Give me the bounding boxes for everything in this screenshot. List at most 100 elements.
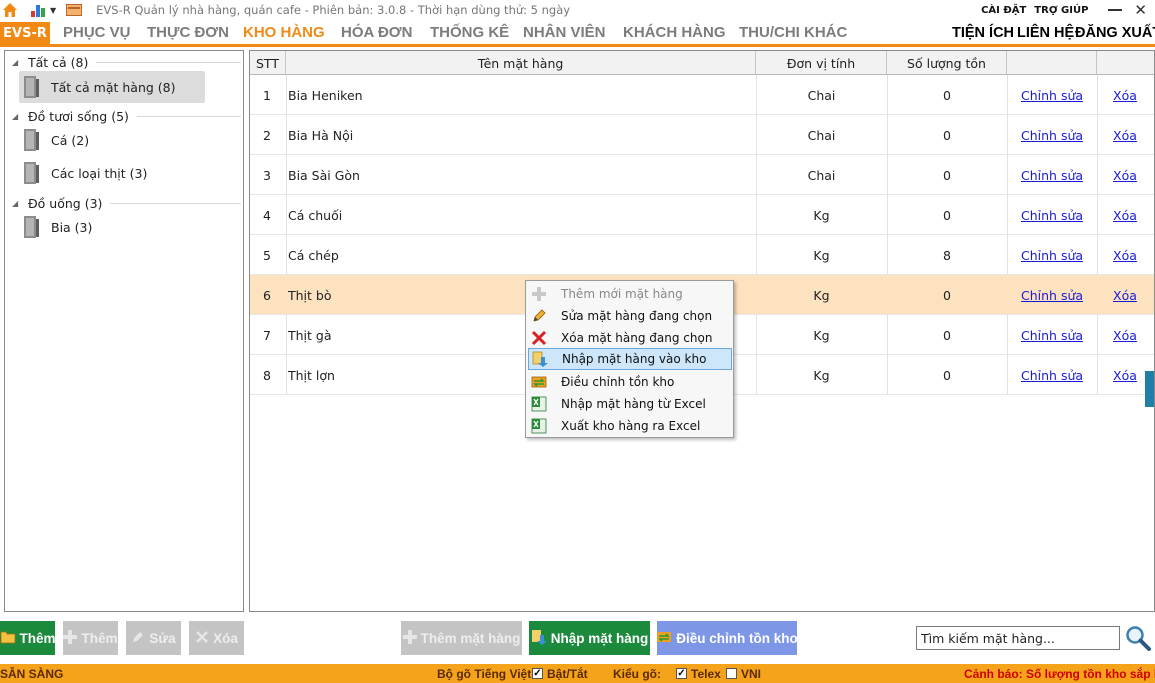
tree-group-fresh[interactable]: ◢ Đồ tươi sống (5) bbox=[5, 107, 245, 125]
tree-item-fish[interactable]: Cá (2) bbox=[19, 124, 205, 156]
menu-thu-chi-khac[interactable]: THU/CHI KHÁC bbox=[739, 24, 847, 41]
edit-group-button[interactable]: Sửa bbox=[126, 621, 181, 655]
ime-toggle-checkbox[interactable]: ✓ bbox=[532, 668, 543, 679]
ctx-export-excel[interactable]: Xuất kho hàng ra Excel bbox=[528, 415, 732, 437]
menu-thong-ke[interactable]: THỐNG KÊ bbox=[430, 24, 509, 41]
edit-link[interactable]: Chỉnh sửa bbox=[1021, 88, 1083, 103]
help-link[interactable]: TRỢ GIÚP bbox=[1034, 5, 1088, 16]
ctx-edit-item[interactable]: Sửa mặt hàng đang chọn bbox=[528, 305, 732, 327]
add-group-button[interactable]: Thêm bbox=[0, 621, 56, 655]
edit-link[interactable]: Chỉnh sửa bbox=[1021, 328, 1083, 343]
collapse-arrow-icon[interactable]: ◢ bbox=[12, 58, 24, 67]
adjust-stock-button[interactable]: Điều chỉnh tồn kho bbox=[656, 621, 798, 655]
cell-unit: Kg bbox=[813, 327, 830, 343]
delete-link[interactable]: Xóa bbox=[1113, 88, 1137, 103]
delete-link[interactable]: Xóa bbox=[1113, 128, 1137, 143]
ctx-add-item[interactable]: Thêm mới mặt hàng bbox=[528, 283, 732, 305]
divider bbox=[96, 61, 241, 63]
table-row[interactable]: 5 Cá chép Kg 8 Chỉnh sửa Xóa bbox=[250, 235, 1154, 275]
folder-icon bbox=[0, 630, 16, 647]
typing-mode-label: Kiểu gõ: bbox=[613, 667, 661, 681]
table-row[interactable]: 2 Bia Hà Nội Chai 0 Chỉnh sửa Xóa bbox=[250, 115, 1154, 155]
col-header-stt[interactable]: STT bbox=[250, 51, 286, 75]
cell-name: Thịt gà bbox=[288, 327, 332, 343]
side-panel-tab[interactable] bbox=[1145, 371, 1154, 407]
delete-link[interactable]: Xóa bbox=[1113, 328, 1137, 343]
telex-checkbox[interactable]: ✓ bbox=[676, 668, 687, 679]
menu-tien-ich[interactable]: TIỆN ÍCH bbox=[952, 25, 1014, 41]
delete-link[interactable]: Xóa bbox=[1113, 168, 1137, 183]
cell-name: Bia Hà Nội bbox=[288, 127, 354, 143]
edit-link[interactable]: Chỉnh sửa bbox=[1021, 168, 1083, 183]
delete-link[interactable]: Xóa bbox=[1113, 208, 1137, 223]
menu-nhan-vien[interactable]: NHÂN VIÊN bbox=[523, 24, 606, 41]
home-icon[interactable] bbox=[2, 2, 18, 18]
ctx-delete-item[interactable]: Xóa mặt hàng đang chọn bbox=[528, 327, 732, 349]
vni-label: VNI bbox=[741, 667, 762, 681]
delete-link[interactable]: Xóa bbox=[1113, 248, 1137, 263]
close-icon[interactable]: ✕ bbox=[1134, 1, 1147, 19]
search-input[interactable] bbox=[916, 626, 1120, 650]
table-row[interactable]: 4 Cá chuối Kg 0 Chỉnh sửa Xóa bbox=[250, 195, 1154, 235]
refresh-icon bbox=[656, 629, 672, 648]
menu-khach-hang[interactable]: KHÁCH HÀNG bbox=[623, 24, 726, 41]
col-header-unit[interactable]: Đơn vị tính bbox=[756, 51, 887, 75]
window-icon bbox=[66, 4, 83, 16]
table-row[interactable]: 1 Bia Heniken Chai 0 Chỉnh sửa Xóa bbox=[250, 75, 1154, 115]
menu-kho-hang[interactable]: KHO HÀNG bbox=[243, 24, 325, 41]
ime-label: Bộ gõ Tiếng Việt bbox=[437, 667, 532, 681]
minimize-icon[interactable] bbox=[1108, 9, 1123, 11]
settings-link[interactable]: CÀI ĐẶT bbox=[981, 5, 1026, 16]
collapse-arrow-icon[interactable]: ◢ bbox=[12, 199, 24, 208]
add-item-button[interactable]: Thêm mặt hàng bbox=[401, 621, 522, 655]
edit-link[interactable]: Chỉnh sửa bbox=[1021, 248, 1083, 263]
edit-link[interactable]: Chỉnh sửa bbox=[1021, 288, 1083, 303]
cell-stt: 4 bbox=[263, 207, 271, 223]
edit-link[interactable]: Chỉnh sửa bbox=[1021, 368, 1083, 383]
logo[interactable]: EVS-R bbox=[0, 22, 50, 44]
menu-lien-he[interactable]: LIÊN HỆ bbox=[1017, 25, 1074, 41]
tree-item-label: Tất cả mặt hàng (8) bbox=[51, 79, 176, 95]
cell-unit: Kg bbox=[813, 287, 830, 303]
app-menu-icon[interactable] bbox=[30, 2, 46, 18]
add-group-label: Thêm bbox=[19, 630, 56, 646]
tree-group-label: Tất cả (8) bbox=[28, 54, 89, 70]
collapse-arrow-icon[interactable]: ◢ bbox=[12, 112, 24, 121]
edit-link[interactable]: Chỉnh sửa bbox=[1021, 208, 1083, 223]
menu-hoa-don[interactable]: HÓA ĐƠN bbox=[341, 24, 412, 41]
delete-link[interactable]: Xóa bbox=[1113, 368, 1137, 383]
edit-link[interactable]: Chỉnh sửa bbox=[1021, 128, 1083, 143]
tree-item-meat[interactable]: Các loại thịt (3) bbox=[19, 157, 205, 189]
title-bar: ▼ EVS-R Quản lý nhà hàng, quán cafe - Ph… bbox=[0, 0, 1155, 20]
cell-stt: 6 bbox=[263, 287, 271, 303]
ctx-label: Thêm mới mặt hàng bbox=[561, 287, 683, 301]
cell-name: Cá chuối bbox=[288, 207, 343, 223]
tree-item-beer[interactable]: Bia (3) bbox=[19, 211, 205, 243]
cell-unit: Chai bbox=[807, 167, 836, 183]
menu-phuc-vu[interactable]: PHỤC VỤ bbox=[63, 24, 131, 41]
door-icon bbox=[24, 216, 39, 238]
x-icon bbox=[195, 630, 209, 647]
table-row[interactable]: 3 Bia Sài Gòn Chai 0 Chỉnh sửa Xóa bbox=[250, 155, 1154, 195]
import-item-button[interactable]: Nhập mặt hàng bbox=[529, 621, 650, 655]
delete-group-button[interactable]: Xóa bbox=[189, 621, 244, 655]
tree-item-all-items[interactable]: Tất cả mặt hàng (8) bbox=[19, 71, 205, 103]
cell-qty: 0 bbox=[943, 167, 951, 183]
dropdown-arrow-icon[interactable]: ▼ bbox=[50, 6, 56, 15]
col-header-name[interactable]: Tên mặt hàng bbox=[286, 51, 756, 75]
col-header-qty[interactable]: Số lượng tồn bbox=[887, 51, 1007, 75]
tree-item-label: Cá (2) bbox=[51, 132, 90, 148]
menu-thuc-don[interactable]: THỰC ĐƠN bbox=[147, 24, 229, 41]
ctx-import-to-stock[interactable]: Nhập mặt hàng vào kho bbox=[528, 348, 732, 370]
add-group-disabled-button[interactable]: Thêm bbox=[63, 621, 118, 655]
cell-stt: 1 bbox=[263, 87, 271, 103]
search-icon[interactable] bbox=[1125, 625, 1151, 651]
delete-link[interactable]: Xóa bbox=[1113, 288, 1137, 303]
ctx-adjust-stock[interactable]: Điều chỉnh tồn kho bbox=[528, 371, 732, 393]
menu-dang-xuat[interactable]: ĐĂNG XUẤT bbox=[1075, 25, 1155, 41]
tree-group-drinks[interactable]: ◢ Đồ uống (3) bbox=[5, 194, 245, 212]
vni-checkbox[interactable] bbox=[726, 668, 737, 679]
excel-icon bbox=[531, 418, 547, 434]
ctx-import-excel[interactable]: Nhập mặt hàng từ Excel bbox=[528, 393, 732, 415]
tree-group-all[interactable]: ◢ Tất cả (8) bbox=[5, 53, 245, 71]
